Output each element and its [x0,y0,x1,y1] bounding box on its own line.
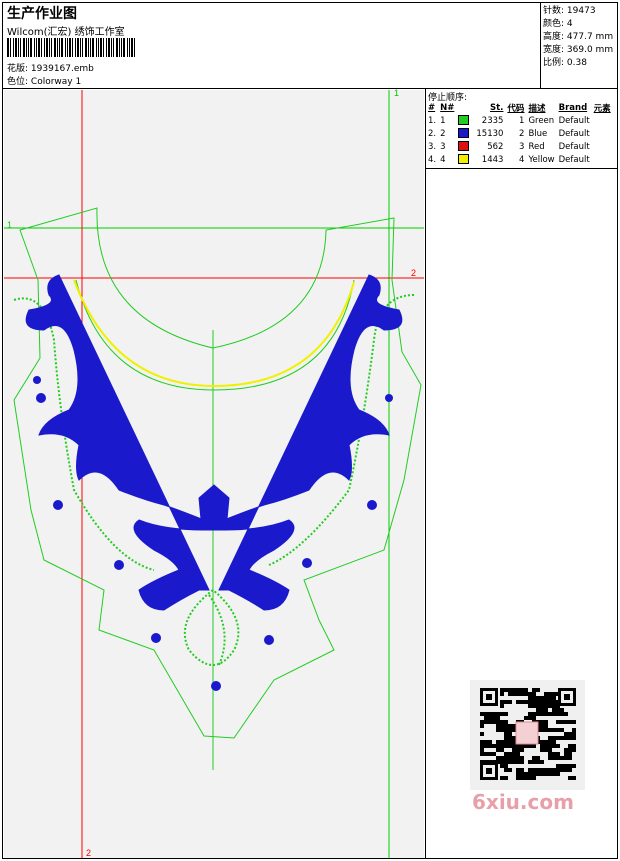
colorway-value: Colorway 1 [30,77,82,87]
color-swatch [458,128,470,139]
stat-row: 高度: 477.7 mm [543,32,614,42]
design-file: 1939167.emb [30,64,94,74]
page-title: 生产作业图 [7,6,77,22]
stat-row: 颜色: 4 [543,19,573,29]
embroidery-design [4,90,424,858]
guide-marker-1: 1 [7,220,13,230]
stop-sequence-table: # N# St. 代码 描述 Brand 元素 1. 1 2335 1 Green D… [426,101,613,166]
colorway-label: 色位: [7,77,29,87]
stats-panel: 针数: 19473 颜色: 4 高度: 477.7 mm 宽度: 369.0 m… [543,5,613,70]
guide-marker-2: 2 [86,848,92,858]
guide-marker-2: 2 [411,268,417,278]
stat-row: 针数: 19473 [543,6,596,16]
stat-row: 比例: 0.38 [543,58,587,68]
watermark: 6xiu.com [472,790,574,814]
qr-code [470,680,585,790]
table-header-row: # N# St. 代码 描述 Brand 元素 [428,102,611,114]
color-swatch [458,115,470,126]
header-divider [2,88,618,89]
page-subtitle: Wilcom(汇宏) 绣饰工作室 [7,27,125,38]
stats-divider [540,2,541,88]
barcode-image [7,38,135,57]
guide-marker-1: 1 [394,88,400,98]
table-row: 2. 2 15130 2 Blue Default [428,128,590,139]
design-row: 花版: 1939167.emb [7,61,94,74]
panel-divider [425,88,426,859]
stat-row: 宽度: 369.0 mm [543,45,614,55]
table-row: 3. 3 562 3 Red Default [428,141,590,152]
seq-divider [425,168,618,169]
color-swatch [458,154,470,165]
table-row: 4. 4 1443 4 Yellow Default [428,154,590,165]
color-swatch [458,141,470,152]
table-row: 1. 1 2335 1 Green Default [428,115,590,126]
colorway-row: 色位: Colorway 1 [7,74,81,87]
design-label: 花版: [7,64,29,74]
embroidery-canvas[interactable] [4,90,424,858]
